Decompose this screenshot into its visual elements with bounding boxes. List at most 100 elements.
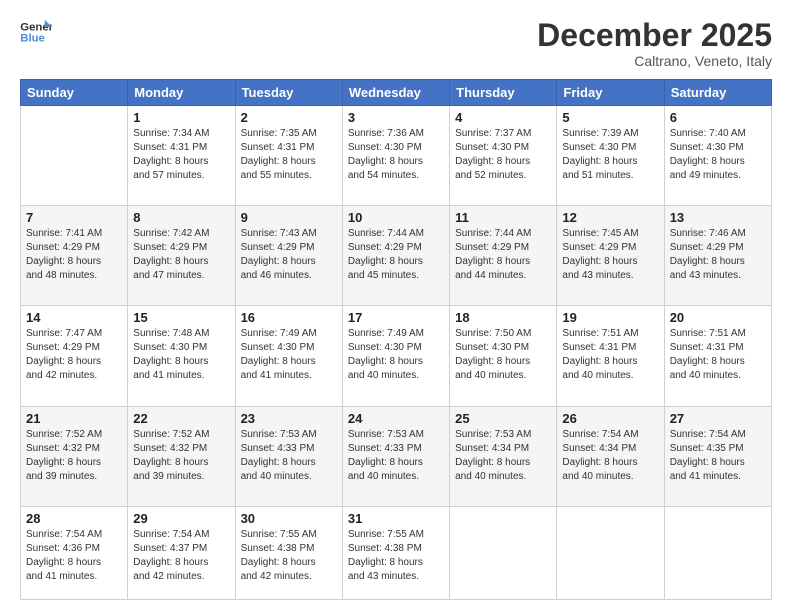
day-number: 16 xyxy=(241,310,337,325)
day-info: Sunrise: 7:44 AM Sunset: 4:29 PM Dayligh… xyxy=(348,227,444,283)
day-number: 11 xyxy=(455,210,551,225)
day-number: 24 xyxy=(348,411,444,426)
day-number: 5 xyxy=(562,110,658,125)
table-row: 19 Sunrise: 7:51 AM Sunset: 4:31 PM Dayli… xyxy=(557,306,664,406)
day-info: Sunrise: 7:52 AM Sunset: 4:32 PM Dayligh… xyxy=(133,428,229,484)
table-row: 8 Sunrise: 7:42 AM Sunset: 4:29 PM Daylig… xyxy=(128,206,235,306)
table-row: 6 Sunrise: 7:40 AM Sunset: 4:30 PM Daylig… xyxy=(664,106,771,206)
day-info: Sunrise: 7:41 AM Sunset: 4:29 PM Dayligh… xyxy=(26,227,122,283)
day-number: 13 xyxy=(670,210,766,225)
table-row: 5 Sunrise: 7:39 AM Sunset: 4:30 PM Daylig… xyxy=(557,106,664,206)
col-sunday: Sunday xyxy=(21,80,128,106)
day-info: Sunrise: 7:39 AM Sunset: 4:30 PM Dayligh… xyxy=(562,127,658,183)
table-row: 10 Sunrise: 7:44 AM Sunset: 4:29 PM Dayli… xyxy=(342,206,449,306)
table-row xyxy=(557,506,664,599)
day-info: Sunrise: 7:36 AM Sunset: 4:30 PM Dayligh… xyxy=(348,127,444,183)
day-info: Sunrise: 7:54 AM Sunset: 4:36 PM Dayligh… xyxy=(26,528,122,584)
day-number: 2 xyxy=(241,110,337,125)
month-title: December 2025 xyxy=(537,18,772,53)
day-number: 31 xyxy=(348,511,444,526)
day-number: 6 xyxy=(670,110,766,125)
calendar: Sunday Monday Tuesday Wednesday Thursday… xyxy=(20,79,772,600)
day-info: Sunrise: 7:51 AM Sunset: 4:31 PM Dayligh… xyxy=(562,327,658,383)
day-info: Sunrise: 7:53 AM Sunset: 4:34 PM Dayligh… xyxy=(455,428,551,484)
table-row xyxy=(450,506,557,599)
col-tuesday: Tuesday xyxy=(235,80,342,106)
day-info: Sunrise: 7:42 AM Sunset: 4:29 PM Dayligh… xyxy=(133,227,229,283)
day-number: 10 xyxy=(348,210,444,225)
day-info: Sunrise: 7:54 AM Sunset: 4:35 PM Dayligh… xyxy=(670,428,766,484)
day-info: Sunrise: 7:40 AM Sunset: 4:30 PM Dayligh… xyxy=(670,127,766,183)
table-row: 20Sunrise: 7:51 AM Sunset: 4:31 PM Dayli… xyxy=(664,306,771,406)
day-number: 8 xyxy=(133,210,229,225)
table-row: 16 Sunrise: 7:49 AM Sunset: 4:30 PM Dayli… xyxy=(235,306,342,406)
day-number: 29 xyxy=(133,511,229,526)
day-number: 4 xyxy=(455,110,551,125)
table-row: 11 Sunrise: 7:44 AM Sunset: 4:29 PM Dayli… xyxy=(450,206,557,306)
table-row: 26Sunrise: 7:54 AM Sunset: 4:34 PM Dayli… xyxy=(557,406,664,506)
day-info: Sunrise: 7:54 AM Sunset: 4:34 PM Dayligh… xyxy=(562,428,658,484)
day-number: 19 xyxy=(562,310,658,325)
day-info: Sunrise: 7:43 AM Sunset: 4:29 PM Dayligh… xyxy=(241,227,337,283)
table-row: 29 Sunrise: 7:54 AM Sunset: 4:37 PM Dayli… xyxy=(128,506,235,599)
page: General Blue December 2025 Caltrano, Ven… xyxy=(0,0,792,612)
day-info: Sunrise: 7:44 AM Sunset: 4:29 PM Dayligh… xyxy=(455,227,551,283)
day-info: Sunrise: 7:46 AM Sunset: 4:29 PM Dayligh… xyxy=(670,227,766,283)
day-number: 7 xyxy=(26,210,122,225)
table-row: 23 Sunrise: 7:53 AM Sunset: 4:33 PM Dayli… xyxy=(235,406,342,506)
table-row: 31 Sunrise: 7:55 AM Sunset: 4:38 PM Dayli… xyxy=(342,506,449,599)
day-number: 27 xyxy=(670,411,766,426)
table-row: 14Sunrise: 7:47 AM Sunset: 4:29 PM Dayli… xyxy=(21,306,128,406)
table-row: 7 Sunrise: 7:41 AM Sunset: 4:29 PM Daylig… xyxy=(21,206,128,306)
header: General Blue December 2025 Caltrano, Ven… xyxy=(20,18,772,69)
day-info: Sunrise: 7:49 AM Sunset: 4:30 PM Dayligh… xyxy=(348,327,444,383)
day-info: Sunrise: 7:54 AM Sunset: 4:37 PM Dayligh… xyxy=(133,528,229,584)
day-number: 23 xyxy=(241,411,337,426)
location: Caltrano, Veneto, Italy xyxy=(537,53,772,69)
col-friday: Friday xyxy=(557,80,664,106)
table-row: 15 Sunrise: 7:48 AM Sunset: 4:30 PM Dayli… xyxy=(128,306,235,406)
day-number: 15 xyxy=(133,310,229,325)
day-info: Sunrise: 7:55 AM Sunset: 4:38 PM Dayligh… xyxy=(348,528,444,584)
col-wednesday: Wednesday xyxy=(342,80,449,106)
table-row: 18 Sunrise: 7:50 AM Sunset: 4:30 PM Dayli… xyxy=(450,306,557,406)
day-number: 21 xyxy=(26,411,122,426)
day-info: Sunrise: 7:50 AM Sunset: 4:30 PM Dayligh… xyxy=(455,327,551,383)
day-number: 30 xyxy=(241,511,337,526)
col-thursday: Thursday xyxy=(450,80,557,106)
table-row: 21 Sunrise: 7:52 AM Sunset: 4:32 PM Dayli… xyxy=(21,406,128,506)
table-row: 3 Sunrise: 7:36 AM Sunset: 4:30 PM Daylig… xyxy=(342,106,449,206)
day-info: Sunrise: 7:35 AM Sunset: 4:31 PM Dayligh… xyxy=(241,127,337,183)
day-info: Sunrise: 7:47 AM Sunset: 4:29 PM Dayligh… xyxy=(26,327,122,383)
day-info: Sunrise: 7:48 AM Sunset: 4:30 PM Dayligh… xyxy=(133,327,229,383)
day-info: Sunrise: 7:34 AM Sunset: 4:31 PM Dayligh… xyxy=(133,127,229,183)
day-info: Sunrise: 7:53 AM Sunset: 4:33 PM Dayligh… xyxy=(241,428,337,484)
day-info: Sunrise: 7:45 AM Sunset: 4:29 PM Dayligh… xyxy=(562,227,658,283)
title-block: December 2025 Caltrano, Veneto, Italy xyxy=(537,18,772,69)
calendar-header-row: Sunday Monday Tuesday Wednesday Thursday… xyxy=(21,80,772,106)
day-number: 18 xyxy=(455,310,551,325)
table-row: 24Sunrise: 7:53 AM Sunset: 4:33 PM Dayli… xyxy=(342,406,449,506)
day-info: Sunrise: 7:51 AM Sunset: 4:31 PM Dayligh… xyxy=(670,327,766,383)
day-number: 17 xyxy=(348,310,444,325)
table-row: 22 Sunrise: 7:52 AM Sunset: 4:32 PM Dayli… xyxy=(128,406,235,506)
table-row: 27 Sunrise: 7:54 AM Sunset: 4:35 PM Dayli… xyxy=(664,406,771,506)
table-row: 13 Sunrise: 7:46 AM Sunset: 4:29 PM Dayli… xyxy=(664,206,771,306)
day-info: Sunrise: 7:52 AM Sunset: 4:32 PM Dayligh… xyxy=(26,428,122,484)
table-row: 30Sunrise: 7:55 AM Sunset: 4:38 PM Dayli… xyxy=(235,506,342,599)
day-number: 12 xyxy=(562,210,658,225)
logo-icon: General Blue xyxy=(20,18,52,46)
table-row: 28 Sunrise: 7:54 AM Sunset: 4:36 PM Dayli… xyxy=(21,506,128,599)
day-info: Sunrise: 7:37 AM Sunset: 4:30 PM Dayligh… xyxy=(455,127,551,183)
table-row xyxy=(664,506,771,599)
day-number: 22 xyxy=(133,411,229,426)
table-row: 1Sunrise: 7:34 AM Sunset: 4:31 PM Daylig… xyxy=(128,106,235,206)
logo: General Blue xyxy=(20,18,52,46)
day-info: Sunrise: 7:49 AM Sunset: 4:30 PM Dayligh… xyxy=(241,327,337,383)
col-monday: Monday xyxy=(128,80,235,106)
day-number: 28 xyxy=(26,511,122,526)
col-saturday: Saturday xyxy=(664,80,771,106)
table-row: 17 Sunrise: 7:49 AM Sunset: 4:30 PM Dayli… xyxy=(342,306,449,406)
day-number: 3 xyxy=(348,110,444,125)
table-row: 2 Sunrise: 7:35 AM Sunset: 4:31 PM Daylig… xyxy=(235,106,342,206)
